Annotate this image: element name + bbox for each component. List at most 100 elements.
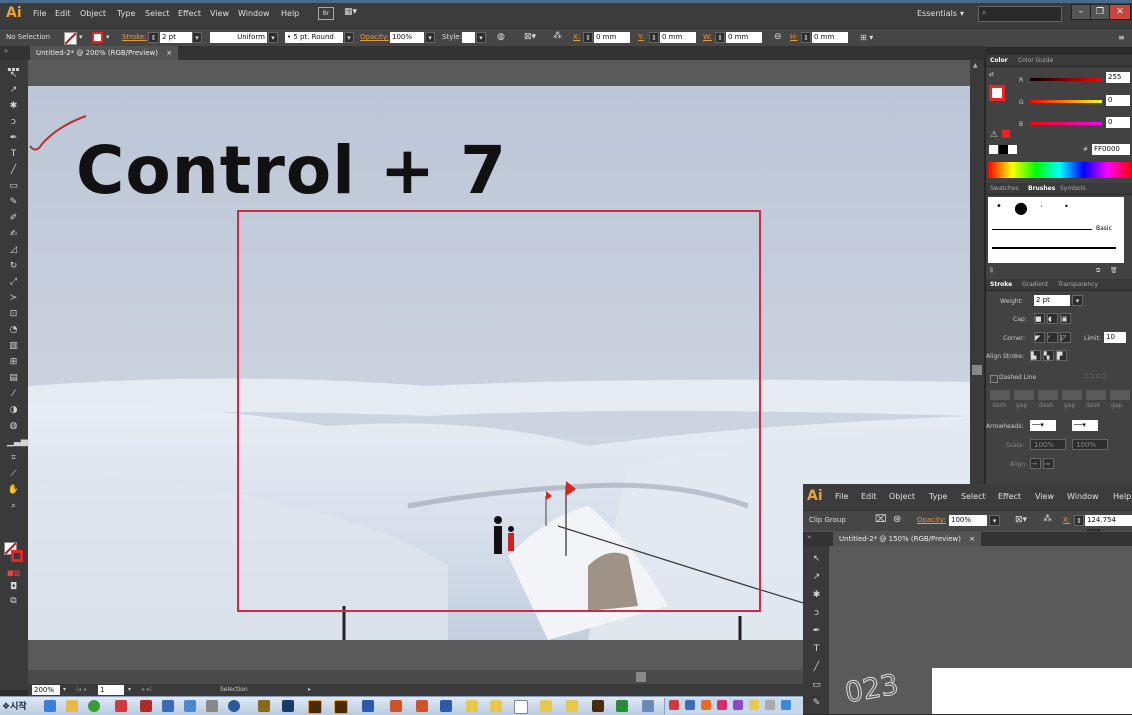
align-center-button[interactable]: ▙: [1030, 350, 1041, 361]
r-field[interactable]: 255: [1106, 72, 1130, 83]
app-icon-3[interactable]: [184, 700, 196, 712]
lasso-tool-icon[interactable]: ↄ: [7, 117, 20, 128]
status-menu-icon[interactable]: ▸: [308, 686, 311, 693]
y-field[interactable]: 0 mm: [660, 32, 696, 43]
brush-line-thin[interactable]: [992, 229, 1092, 230]
brush-dot-icon[interactable]: •: [1064, 202, 1069, 211]
column-graph-tool-icon[interactable]: ▁▃▅: [7, 437, 28, 448]
selection-tool-icon[interactable]: ↖: [7, 70, 20, 81]
second-canvas-area[interactable]: 023: [829, 546, 1132, 714]
second-menu-edit[interactable]: Edit: [861, 492, 877, 501]
tab-symbols[interactable]: Symbols: [1060, 185, 1085, 192]
tray-icon-7[interactable]: [765, 700, 775, 710]
free-transform-tool-icon[interactable]: ⊡: [7, 309, 20, 320]
collapse-icon[interactable]: »: [4, 47, 8, 55]
menu-object[interactable]: Object: [80, 9, 106, 18]
second-artboard[interactable]: [932, 668, 1132, 714]
artboard-tool-icon[interactable]: ⌗: [7, 453, 20, 464]
folder-taskbar-icon-2[interactable]: [490, 700, 502, 712]
end-scale-field[interactable]: 100%: [1072, 439, 1108, 450]
profile-chevron-icon[interactable]: ▾: [268, 32, 278, 43]
edit-clipping-path-icon[interactable]: ⌧: [875, 514, 887, 525]
direct-selection-tool-icon[interactable]: ↗: [7, 85, 20, 96]
menu-select[interactable]: Select: [145, 9, 170, 18]
second-menu-object[interactable]: Object: [889, 492, 915, 501]
bridge-icon[interactable]: Br: [318, 7, 334, 20]
rectangle-tool-icon[interactable]: ▭: [7, 181, 20, 192]
transform-menu-icon[interactable]: ⊞ ▾: [860, 33, 873, 42]
second-line-tool-icon[interactable]: ╱: [810, 662, 823, 673]
illustrator-taskbar-icon-3[interactable]: [592, 700, 604, 712]
tab-brushes[interactable]: Brushes: [1028, 185, 1055, 192]
tray-icon-4[interactable]: [717, 700, 727, 710]
bevel-join-button[interactable]: ◸: [1060, 332, 1071, 343]
dash-preserve-icon[interactable]: ⊏⊐ ⊏⊐: [1084, 373, 1106, 380]
x-field[interactable]: 0 mm: [594, 32, 630, 43]
type-tool-icon[interactable]: T: [7, 149, 20, 160]
tray-icon-6[interactable]: [749, 700, 759, 710]
dash-gap-fields[interactable]: [990, 390, 1130, 400]
second-type-tool-icon[interactable]: T: [810, 644, 823, 655]
artboard-chevron-icon[interactable]: ▾: [128, 686, 131, 693]
second-x-stepper-icon[interactable]: ⇕: [1074, 515, 1084, 526]
paintbrush-tool-icon[interactable]: ✎: [7, 197, 20, 208]
align-inside-button[interactable]: ▚: [1043, 350, 1054, 361]
tab-stroke[interactable]: Stroke: [990, 281, 1012, 288]
start-arrowhead-select[interactable]: ──▾: [1030, 420, 1056, 431]
stroke-weight-chevron-icon[interactable]: ▾: [192, 32, 202, 43]
menu-effect[interactable]: Effect: [178, 9, 201, 18]
tab-gradient[interactable]: Gradient: [1022, 281, 1048, 288]
style-chevron-icon[interactable]: ▾: [476, 32, 486, 43]
style-swatch[interactable]: [462, 32, 475, 43]
arrow-tip-place-button[interactable]: ⇥: [1043, 458, 1054, 469]
stroke-chevron-icon[interactable]: ▾: [106, 33, 110, 41]
second-direct-selection-tool-icon[interactable]: ↗: [810, 572, 823, 583]
illustrator-taskbar-icon-1[interactable]: [308, 700, 322, 714]
folder-icon[interactable]: [66, 700, 78, 712]
opacity-field[interactable]: 100%: [390, 32, 424, 43]
color-panel-stroke-swatch[interactable]: [989, 85, 1005, 101]
align-icon[interactable]: ⊠▾: [524, 32, 536, 42]
pencil-tool-icon[interactable]: ✐: [7, 213, 20, 224]
brush-definition[interactable]: • 5 pt. Round: [285, 32, 343, 43]
g-field[interactable]: 0: [1106, 95, 1130, 106]
folder-taskbar-icon-1[interactable]: [466, 700, 478, 712]
tray-icon-2[interactable]: [685, 700, 695, 710]
close-tab-icon[interactable]: ×: [166, 49, 172, 57]
brush-chevron-icon[interactable]: ▾: [344, 32, 354, 43]
brushes-list[interactable]: • ● · • Basic: [988, 197, 1124, 263]
app-icon-2[interactable]: [162, 700, 174, 712]
x-label[interactable]: X:: [573, 33, 580, 41]
app-icon-4[interactable]: [206, 700, 218, 712]
zoom-field[interactable]: 200%: [32, 685, 60, 695]
constrain-link-icon[interactable]: ⊖: [774, 32, 782, 42]
draw-mode-icon[interactable]: ◘: [7, 582, 20, 593]
h-scroll-thumb[interactable]: [636, 672, 646, 682]
round-join-button[interactable]: ◜: [1047, 332, 1058, 343]
second-menu-help[interactable]: Help: [1113, 492, 1131, 501]
search-taskbar-icon[interactable]: [514, 700, 528, 714]
next-artboard-icon[interactable]: ▸ ▸|: [142, 686, 152, 693]
swap-colors-icon[interactable]: ⇄: [989, 71, 994, 78]
menu-edit[interactable]: Edit: [55, 9, 71, 18]
weight-field[interactable]: 2 pt: [1034, 295, 1070, 306]
brush-small-dot-icon[interactable]: •: [996, 201, 1002, 212]
start-scale-field[interactable]: 100%: [1030, 439, 1066, 450]
second-menu-select[interactable]: Select: [961, 492, 986, 501]
none-color-swatch[interactable]: [989, 145, 998, 154]
close-button[interactable]: ✕: [1109, 4, 1131, 20]
r-slider[interactable]: [1030, 78, 1102, 81]
zoom-tool-icon[interactable]: ⌕: [7, 501, 20, 512]
second-menu-window[interactable]: Window: [1067, 492, 1099, 501]
g-slider[interactable]: [1030, 100, 1102, 103]
word-taskbar-icon-2[interactable]: [440, 700, 452, 712]
w-label[interactable]: W:: [703, 33, 712, 41]
artboard-number-field[interactable]: 1: [98, 685, 124, 695]
brush-tiny-dot-icon[interactable]: ·: [1040, 202, 1043, 211]
first-artboard-icon[interactable]: |◂ ◂: [76, 686, 86, 693]
tray-icon-8[interactable]: [781, 700, 791, 710]
projecting-cap-button[interactable]: ▣: [1060, 313, 1071, 324]
second-x-label[interactable]: X:: [1063, 516, 1070, 524]
mesh-tool-icon[interactable]: ⊞: [7, 357, 20, 368]
tray-icon-1[interactable]: [669, 700, 679, 710]
